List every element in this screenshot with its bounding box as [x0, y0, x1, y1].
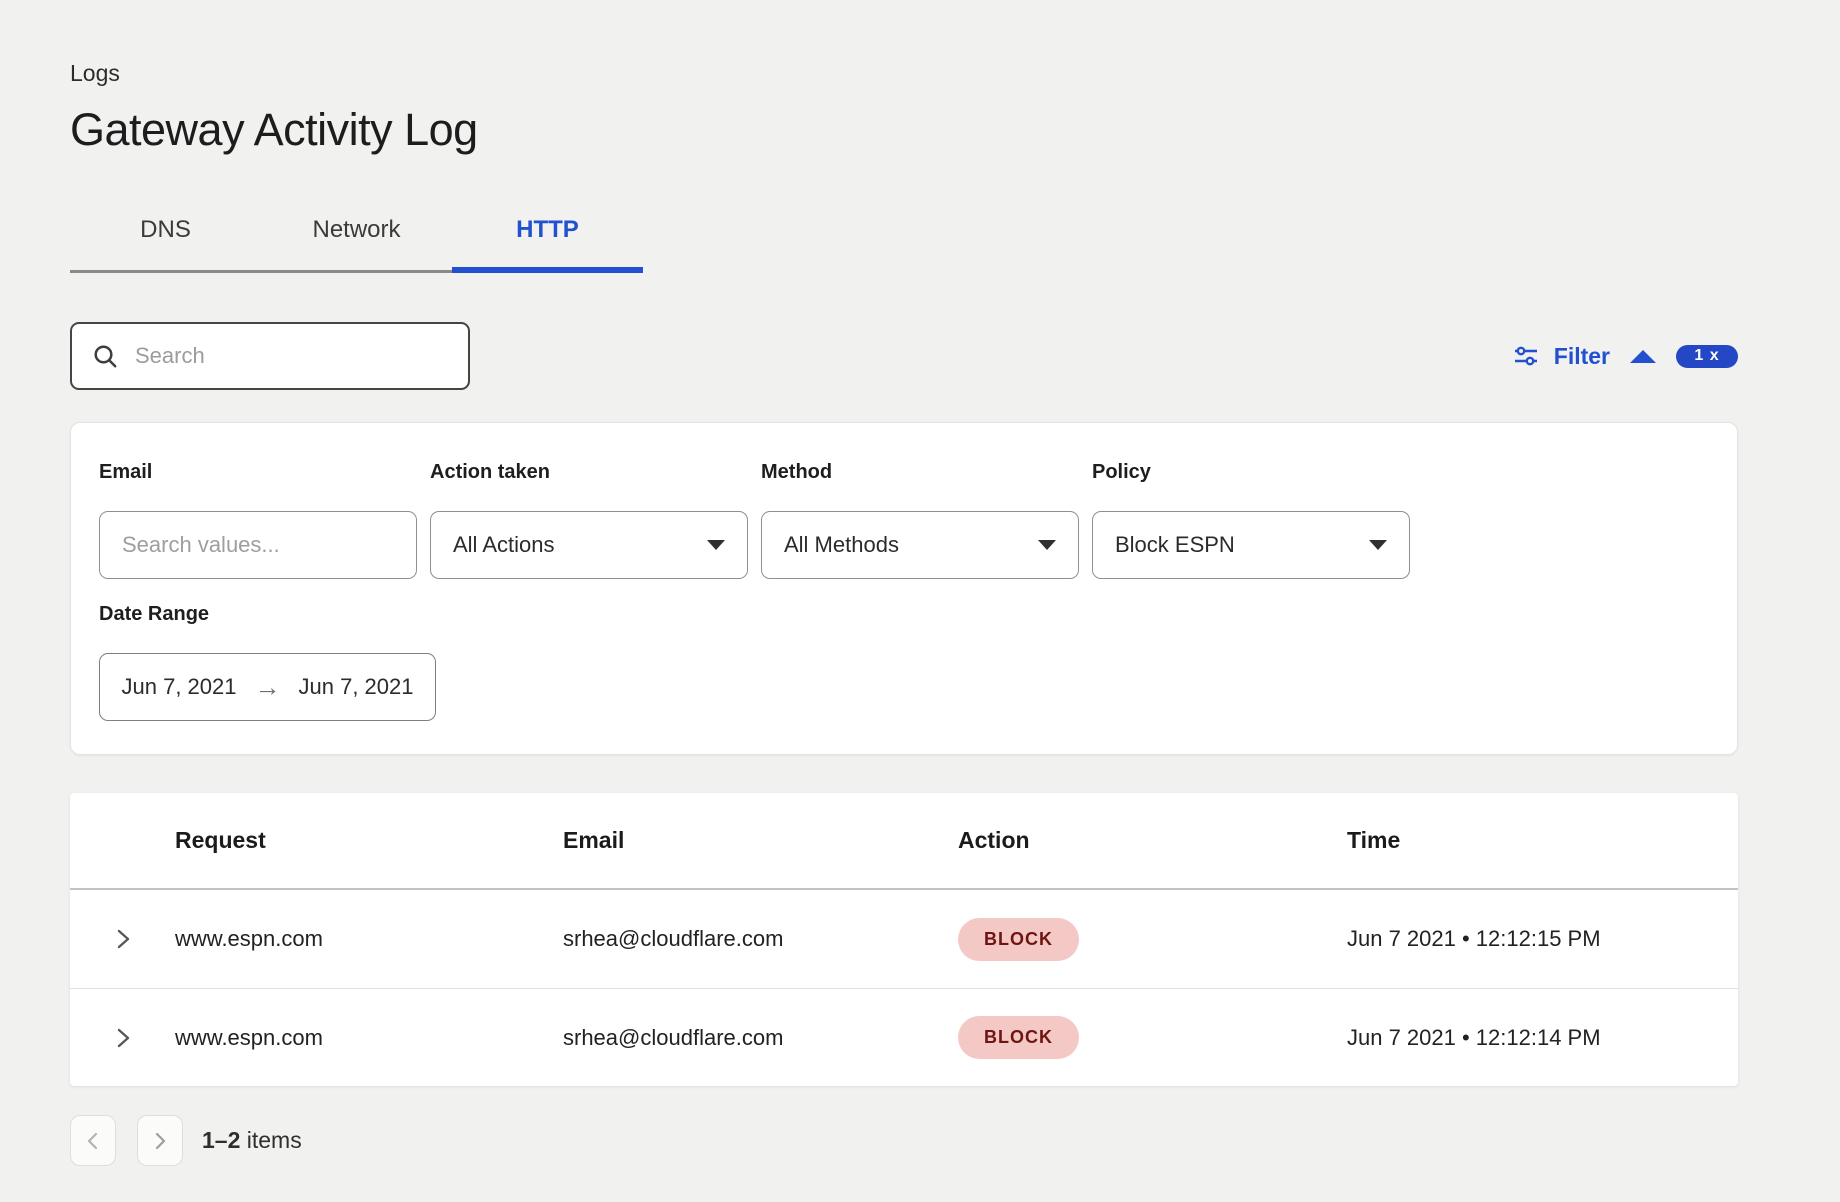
filter-sliders-icon	[1512, 342, 1540, 370]
activity-log-table: Request Email Action Time www.espn.com s…	[70, 793, 1738, 1086]
date-range-end[interactable]: Jun 7, 2021	[299, 674, 414, 700]
date-range-start[interactable]: Jun 7, 2021	[122, 674, 237, 700]
column-header-request: Request	[175, 827, 563, 854]
table-header-row: Request Email Action Time	[70, 793, 1738, 890]
policy-value: Block ESPN	[1115, 532, 1235, 558]
items-count-text: 1–2 items	[202, 1127, 302, 1154]
tab-http[interactable]: HTTP	[452, 202, 643, 270]
pagination: 1–2 items	[70, 1115, 1738, 1166]
page-title: Gateway Activity Log	[70, 104, 1738, 156]
method-select[interactable]: All Methods	[761, 511, 1079, 579]
column-header-email: Email	[563, 827, 958, 854]
time-cell: Jun 7 2021 • 12:12:14 PM	[1347, 1025, 1738, 1051]
action-block-badge: BLOCK	[958, 918, 1079, 961]
email-filter-input[interactable]	[122, 532, 394, 558]
table-row: www.espn.com srhea@cloudflare.com BLOCK …	[70, 988, 1738, 1086]
chevron-down-icon	[1038, 540, 1056, 550]
action-taken-filter-label: Action taken	[430, 461, 748, 485]
action-taken-select[interactable]: All Actions	[430, 511, 748, 579]
toolbar: Filter 1 x	[70, 322, 1738, 390]
request-cell: www.espn.com	[175, 1025, 563, 1051]
chevron-right-icon	[113, 1025, 133, 1051]
items-label: items	[247, 1127, 302, 1153]
tab-network[interactable]: Network	[261, 202, 452, 270]
row-expand-button[interactable]	[70, 1025, 175, 1051]
chevron-right-icon	[113, 926, 133, 952]
filter-count-badge[interactable]: 1 x	[1676, 345, 1738, 368]
chevron-down-icon	[1369, 540, 1387, 550]
column-header-time: Time	[1347, 827, 1738, 854]
method-value: All Methods	[784, 532, 899, 558]
search-box[interactable]	[70, 322, 470, 390]
filter-field-policy: Policy Block ESPN	[1092, 461, 1410, 579]
column-header-action: Action	[958, 827, 1347, 854]
date-range-label: Date Range	[99, 603, 1709, 627]
policy-filter-label: Policy	[1092, 461, 1410, 485]
chevron-right-icon	[151, 1129, 169, 1153]
previous-page-button[interactable]	[70, 1115, 116, 1166]
action-block-badge: BLOCK	[958, 1016, 1079, 1059]
method-filter-label: Method	[761, 461, 1079, 485]
filter-field-method: Method All Methods	[761, 461, 1079, 579]
search-input[interactable]	[135, 343, 435, 369]
tab-bar: DNS Network HTTP	[70, 202, 643, 273]
next-page-button[interactable]	[137, 1115, 183, 1166]
filter-field-action-taken: Action taken All Actions	[430, 461, 748, 579]
email-cell: srhea@cloudflare.com	[563, 1025, 958, 1051]
filter-control[interactable]: Filter 1 x	[1512, 342, 1738, 370]
row-expand-button[interactable]	[70, 926, 175, 952]
tab-dns[interactable]: DNS	[70, 202, 261, 270]
email-cell: srhea@cloudflare.com	[563, 926, 958, 952]
filter-label[interactable]: Filter	[1554, 343, 1610, 370]
filter-field-email: Email	[99, 461, 417, 579]
date-range-picker[interactable]: Jun 7, 2021 → Jun 7, 2021	[99, 653, 436, 721]
search-icon	[92, 343, 119, 370]
chevron-left-icon	[84, 1129, 102, 1153]
items-range: 1–2	[202, 1127, 240, 1153]
filter-panel: Email Action taken All Actions Method Al…	[70, 422, 1738, 755]
email-filter-label: Email	[99, 461, 417, 485]
policy-select[interactable]: Block ESPN	[1092, 511, 1410, 579]
request-cell: www.espn.com	[175, 926, 563, 952]
table-row: www.espn.com srhea@cloudflare.com BLOCK …	[70, 890, 1738, 988]
arrow-right-icon: →	[255, 672, 281, 703]
chevron-down-icon	[707, 540, 725, 550]
breadcrumb[interactable]: Logs	[70, 0, 1738, 88]
time-cell: Jun 7 2021 • 12:12:15 PM	[1347, 926, 1738, 952]
chevron-up-icon[interactable]	[1630, 350, 1656, 363]
action-taken-value: All Actions	[453, 532, 555, 558]
